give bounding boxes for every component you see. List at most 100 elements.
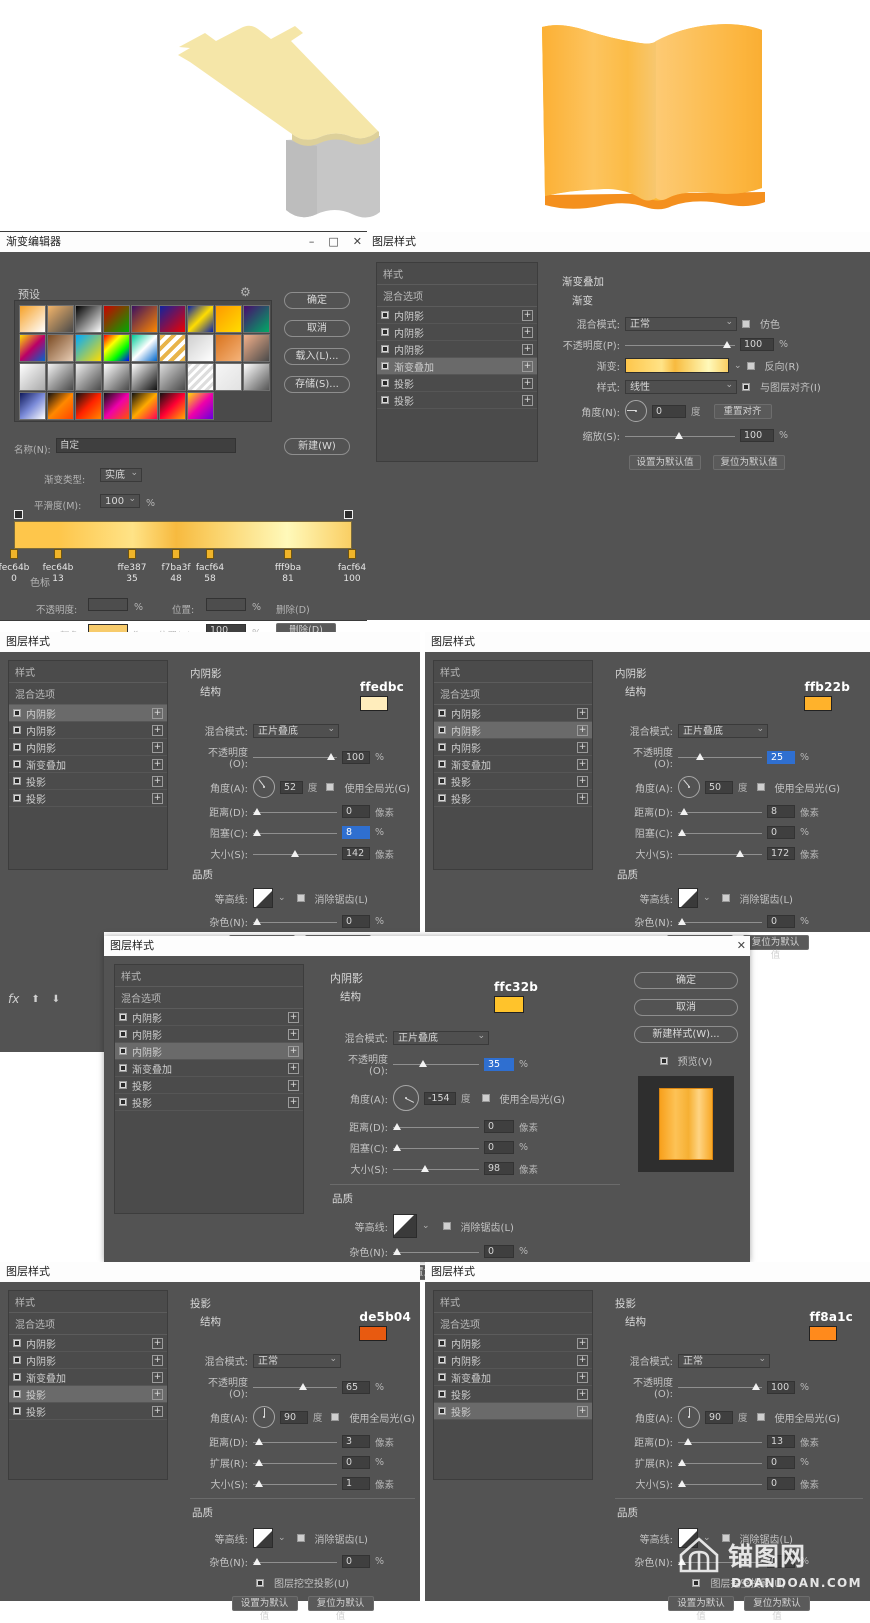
size-input[interactable]: 172 (767, 847, 795, 860)
effect-enabled-checkbox[interactable] (119, 1030, 127, 1038)
antialias-checkbox[interactable] (296, 894, 305, 902)
add-effect-icon[interactable]: + (522, 394, 533, 406)
antialias-checkbox[interactable] (442, 1222, 451, 1230)
effect-enabled-checkbox[interactable] (438, 1356, 446, 1364)
noise-slider[interactable] (253, 1557, 337, 1567)
arrow-down-icon[interactable]: ⬇ (52, 994, 60, 1005)
size-input[interactable]: 98 (484, 1162, 514, 1175)
preset-swatch[interactable] (187, 363, 214, 391)
blend-options-item[interactable]: 混合选项 (377, 285, 537, 307)
global-light-checkbox[interactable] (326, 783, 335, 791)
gradient-type-select[interactable]: 实底 (100, 467, 142, 482)
effect-enabled-checkbox[interactable] (119, 1013, 127, 1021)
add-effect-icon[interactable]: + (152, 775, 163, 787)
gradient-preview-bar[interactable] (14, 521, 352, 549)
preset-swatch[interactable] (103, 392, 130, 420)
fx-icon[interactable]: fx (8, 992, 19, 1006)
antialias-checkbox[interactable] (721, 894, 730, 902)
distance-input[interactable]: 8 (767, 805, 795, 818)
scale-input[interactable]: 100 (740, 429, 774, 442)
global-light-checkbox[interactable] (756, 783, 765, 791)
chevron-down-icon[interactable]: ⌄ (734, 361, 742, 371)
ok-button[interactable]: 确定 (634, 972, 738, 989)
save-button[interactable]: 存储(S)... (284, 376, 350, 393)
preset-swatch[interactable] (187, 334, 214, 362)
angle-input[interactable]: -154 (424, 1091, 456, 1105)
gradient-name-input[interactable]: 自定 (56, 438, 236, 453)
effect-enabled-checkbox[interactable] (13, 760, 21, 768)
effect-enabled-checkbox[interactable] (381, 396, 389, 404)
shadow-color-swatch[interactable] (494, 996, 524, 1013)
style-list-item[interactable]: 内阴影 + (377, 307, 537, 324)
preset-swatch[interactable] (243, 305, 270, 333)
angle-dial[interactable] (253, 776, 275, 798)
effect-enabled-checkbox[interactable] (119, 1081, 127, 1089)
preset-swatch[interactable] (159, 305, 186, 333)
style-list-item[interactable]: 投影 + (9, 790, 167, 807)
gradient-bar-area[interactable] (10, 510, 356, 559)
add-effect-icon[interactable]: + (522, 377, 533, 389)
preset-swatch[interactable] (215, 363, 242, 391)
distance-slider[interactable] (393, 1122, 479, 1132)
reset-align-button[interactable]: 重置对齐 (713, 403, 772, 419)
add-effect-icon[interactable]: + (288, 1011, 299, 1023)
effect-enabled-checkbox[interactable] (438, 777, 446, 785)
new-button[interactable]: 新建(W) (284, 438, 350, 455)
color-stop[interactable] (128, 549, 136, 559)
angle-input[interactable]: 50 (705, 780, 733, 794)
blend-options-item[interactable]: 混合选项 (434, 683, 592, 705)
opacity-input[interactable]: 100 (342, 750, 370, 764)
close-icon[interactable]: ✕ (737, 936, 746, 956)
angle-input[interactable]: 90 (280, 1410, 308, 1424)
effect-enabled-checkbox[interactable] (381, 345, 389, 353)
preset-swatch[interactable] (19, 334, 46, 362)
gear-icon[interactable]: ⚙ (240, 285, 251, 299)
shadow-color-swatch[interactable] (809, 1326, 838, 1341)
effect-enabled-checkbox[interactable] (119, 1098, 127, 1106)
preset-swatch[interactable] (243, 334, 270, 362)
preset-swatch[interactable] (159, 363, 186, 391)
global-light-checkbox[interactable] (331, 1413, 340, 1421)
preset-swatch[interactable] (131, 392, 158, 420)
style-list-item[interactable]: 投影 + (377, 392, 537, 409)
noise-input[interactable]: 0 (342, 915, 370, 928)
preset-swatch[interactable] (131, 363, 158, 391)
opacity-slider[interactable] (253, 752, 337, 762)
add-effect-icon[interactable]: + (577, 1405, 588, 1417)
distance-slider[interactable] (253, 1437, 337, 1447)
opacity-input[interactable]: 100 (740, 338, 774, 351)
preset-swatch[interactable] (159, 392, 186, 420)
effect-enabled-checkbox[interactable] (438, 1373, 446, 1381)
effect-enabled-checkbox[interactable] (13, 1407, 21, 1415)
blend-mode-select[interactable]: 正片叠底 (678, 723, 768, 738)
style-list-item[interactable]: 内阴影 + (377, 341, 537, 358)
distance-input[interactable]: 0 (484, 1120, 514, 1133)
opacity-slider[interactable] (253, 1382, 337, 1392)
style-select[interactable]: 线性 (625, 379, 737, 394)
spread-input[interactable]: 0 (342, 1456, 370, 1469)
color-stop[interactable] (54, 549, 62, 559)
preset-swatch[interactable] (75, 305, 102, 333)
effect-enabled-checkbox[interactable] (381, 328, 389, 336)
add-effect-icon[interactable]: + (152, 792, 163, 804)
contour-preview[interactable] (253, 1528, 273, 1548)
new-style-button[interactable]: 新建样式(W)... (634, 1026, 738, 1043)
size-slider[interactable] (393, 1164, 479, 1174)
contour-preview[interactable] (393, 1214, 417, 1238)
style-list-item[interactable]: 内阴影 + (9, 1352, 167, 1369)
opacity-slider[interactable] (393, 1059, 479, 1069)
effect-enabled-checkbox[interactable] (438, 1339, 446, 1347)
add-effect-icon[interactable]: + (577, 1354, 588, 1366)
preset-swatch[interactable] (187, 392, 214, 420)
style-list-item[interactable]: 内阴影 + (9, 1335, 167, 1352)
add-effect-icon[interactable]: + (152, 758, 163, 770)
reset-default-button[interactable]: 复位为默认值 (744, 1596, 810, 1622)
style-list-item[interactable]: 内阴影 + (9, 705, 167, 722)
add-effect-icon[interactable]: + (522, 309, 533, 321)
chevron-down-icon[interactable]: ⌄ (278, 1533, 286, 1543)
noise-slider[interactable] (253, 917, 337, 927)
gradient-swatch[interactable] (625, 358, 729, 373)
style-list-item[interactable]: 投影 + (115, 1094, 303, 1111)
blend-options-item[interactable]: 混合选项 (9, 1313, 167, 1335)
style-list-item[interactable]: 内阴影 + (434, 1335, 592, 1352)
